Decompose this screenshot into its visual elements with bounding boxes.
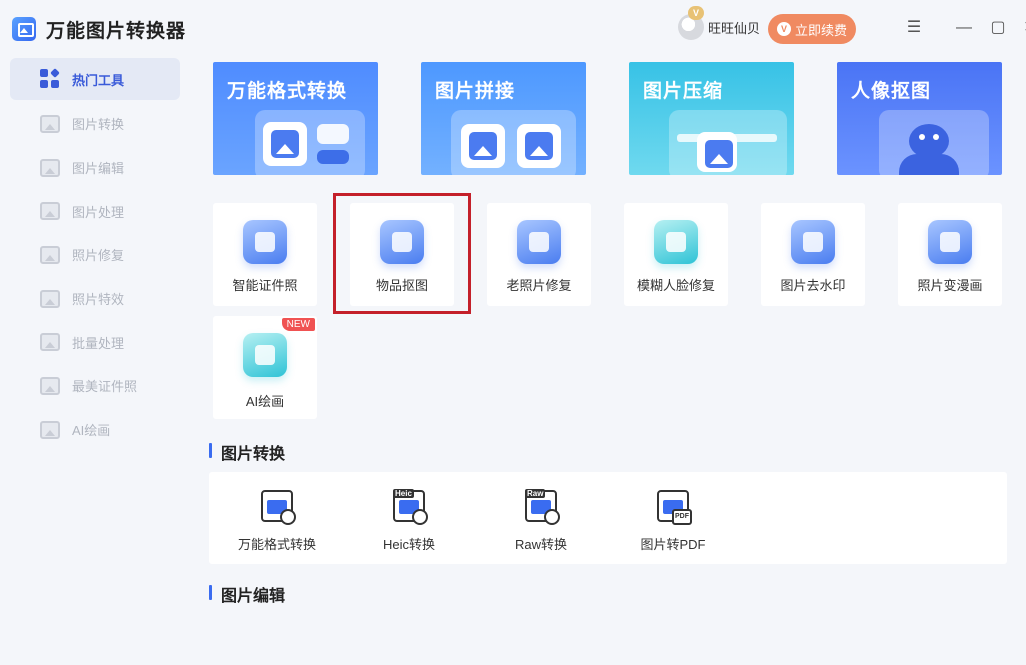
format-convert-art-icon [255, 110, 365, 175]
sidebar-item-label: 图片转换 [72, 117, 125, 133]
section-title-image-edit: 图片编辑 [209, 582, 285, 606]
tool-id-photo[interactable]: 智能证件照 [213, 203, 317, 306]
raw-convert-icon: Raw [525, 489, 560, 525]
sidebar-item-image-process[interactable]: 图片处理 [10, 189, 180, 233]
minimize-icon[interactable]: — [954, 18, 974, 38]
section-title-image-convert: 图片转换 [209, 440, 285, 464]
heic-tag: Heic [393, 489, 414, 498]
image-stitch-art-icon [451, 110, 576, 175]
menu-icon[interactable]: ☰ [904, 18, 924, 38]
user-info[interactable]: V 旺旺仙贝 [678, 6, 761, 40]
ai-paint-icon [40, 420, 60, 439]
sidebar-item-photo-repair[interactable]: 照片修复 [10, 233, 180, 277]
app-title: 万能图片转换器 [12, 14, 186, 44]
top-bar: V 旺旺仙贝 V 立即续费 ☰ — ▢ ✕ [626, 0, 1026, 58]
banner-image-stitch[interactable]: 图片拼接 [421, 62, 586, 175]
sidebar: 万能图片转换器 热门工具 图片转换 图片编辑 图片处理 照片修复 照片特效 批量… [0, 0, 190, 665]
renew-label: 立即续费 [794, 22, 847, 38]
converter-raw[interactable]: Raw Raw转换 [475, 472, 607, 564]
sidebar-item-ai-paint[interactable]: AI绘画 [10, 408, 180, 452]
id-photo-icon [40, 376, 60, 395]
sidebar-item-label: 图片处理 [72, 204, 125, 220]
photo-repair-icon [40, 245, 60, 264]
sidebar-item-label: 图片编辑 [72, 161, 125, 177]
sidebar-item-image-edit[interactable]: 图片编辑 [10, 146, 180, 190]
tool-label: 模糊人脸修复 [636, 278, 715, 293]
pdf-tag: PDF [672, 509, 692, 525]
image-convert-icon [40, 114, 60, 133]
image-process-icon [40, 202, 60, 221]
tool-label: 老照片修复 [506, 278, 572, 293]
bag-cutout-icon [380, 220, 424, 264]
tool-ai-paint[interactable]: NEW AI绘画 [213, 316, 317, 419]
close-icon[interactable]: ✕ [1021, 18, 1026, 38]
sidebar-item-label: AI绘画 [72, 423, 111, 439]
vip-icon: V [776, 22, 791, 36]
sidebar-nav: 热门工具 图片转换 图片编辑 图片处理 照片修复 照片特效 批量处理 最美证件照… [10, 58, 180, 452]
tool-object-cutout[interactable]: 物品抠图 [350, 203, 454, 306]
grid-icon [40, 68, 60, 89]
id-card-icon [243, 220, 287, 264]
pdf-convert-icon: PDF [657, 490, 692, 525]
banner-image-compress[interactable]: 图片压缩 [629, 62, 794, 175]
converter-label: 万能格式转换 [237, 537, 316, 552]
cartoon-icon [928, 220, 972, 264]
sidebar-item-batch[interactable]: 批量处理 [10, 320, 180, 364]
sidebar-item-photo-effect[interactable]: 照片特效 [10, 277, 180, 321]
tool-watermark-remove[interactable]: 图片去水印 [761, 203, 865, 306]
tool-label: 照片变漫画 [917, 278, 983, 293]
converter-label: Raw转换 [514, 537, 567, 552]
raw-tag: Raw [525, 489, 546, 498]
sidebar-item-id-photo[interactable]: 最美证件照 [10, 364, 180, 408]
renew-button[interactable]: V 立即续费 [768, 14, 856, 44]
banner-label: 图片压缩 [643, 81, 724, 102]
sidebar-item-label: 照片特效 [72, 292, 125, 308]
tool-face-repair[interactable]: 模糊人脸修复 [624, 203, 728, 306]
banner-label: 人像抠图 [851, 81, 932, 102]
app-logo-icon [12, 17, 36, 41]
banner-format-convert[interactable]: 万能格式转换 [213, 62, 378, 175]
tool-label: 智能证件照 [232, 278, 298, 293]
heic-convert-icon: Heic [393, 489, 428, 525]
app-name: 万能图片转换器 [46, 20, 187, 42]
format-convert-icon [261, 490, 296, 525]
tool-label: 图片去水印 [780, 278, 846, 293]
sidebar-item-label: 批量处理 [72, 335, 125, 351]
banner-label: 图片拼接 [435, 81, 516, 102]
banner-label: 万能格式转换 [227, 81, 348, 102]
sidebar-item-label: 热门工具 [72, 72, 125, 88]
converter-label: 图片转PDF [640, 537, 706, 552]
tool-old-photo-repair[interactable]: 老照片修复 [487, 203, 591, 306]
image-edit-icon [40, 158, 60, 177]
sidebar-item-image-convert[interactable]: 图片转换 [10, 102, 180, 146]
portrait-cutout-art-icon [879, 110, 989, 175]
photo-effect-icon [40, 289, 60, 308]
sidebar-item-label: 最美证件照 [72, 379, 138, 395]
username: 旺旺仙贝 [708, 20, 761, 36]
sidebar-item-label: 照片修复 [72, 248, 125, 264]
maximize-icon[interactable]: ▢ [988, 18, 1008, 38]
converter-heic[interactable]: Heic Heic转换 [343, 472, 475, 564]
ai-paint-tool-icon [243, 333, 287, 377]
avatar: V [678, 6, 704, 40]
converter-label: Heic转换 [382, 537, 435, 552]
photo-repair-tool-icon [517, 220, 561, 264]
vip-badge: V [688, 6, 704, 20]
image-compress-art-icon [669, 110, 787, 175]
face-repair-icon [654, 220, 698, 264]
converter-universal-format[interactable]: 万能格式转换 [211, 472, 343, 564]
new-badge: NEW [281, 318, 315, 331]
watermark-remove-icon [791, 220, 835, 264]
tool-photo-to-cartoon[interactable]: 照片变漫画 [898, 203, 1002, 306]
sidebar-item-hot-tools[interactable]: 热门工具 [10, 58, 180, 100]
tool-label: AI绘画 [245, 394, 285, 409]
tool-label: 物品抠图 [375, 278, 428, 293]
batch-icon [40, 333, 60, 352]
converter-panel: 万能格式转换 Heic Heic转换 Raw Raw转换 PDF 图片转PDF [209, 472, 1007, 564]
banner-portrait-cutout[interactable]: 人像抠图 [837, 62, 1002, 175]
converter-image-to-pdf[interactable]: PDF 图片转PDF [607, 472, 739, 564]
